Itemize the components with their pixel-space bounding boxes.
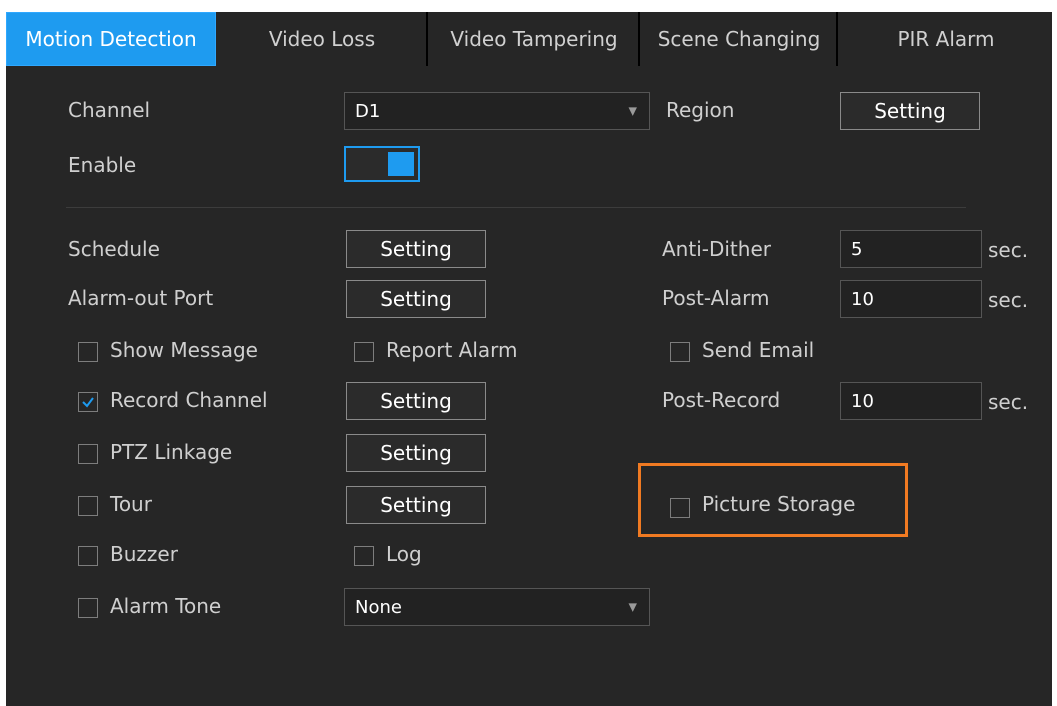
report-alarm-label: Report Alarm bbox=[386, 338, 518, 362]
channel-label: Channel bbox=[68, 98, 151, 122]
schedule-label: Schedule bbox=[68, 237, 160, 261]
ptz-setting-button[interactable]: Setting bbox=[346, 434, 486, 472]
anti-dither-label: Anti-Dither bbox=[662, 237, 771, 261]
anti-dither-unit: sec. bbox=[988, 238, 1029, 262]
post-alarm-input[interactable]: 10 bbox=[840, 280, 982, 318]
record-channel-label: Record Channel bbox=[110, 388, 268, 412]
alarm-tone-label: Alarm Tone bbox=[110, 594, 222, 618]
post-record-label: Post-Record bbox=[662, 388, 781, 412]
motion-detection-panel: Motion Detection Video Loss Video Tamper… bbox=[6, 12, 1052, 706]
region-label: Region bbox=[666, 98, 735, 122]
show-message-label: Show Message bbox=[110, 338, 258, 362]
post-record-unit: sec. bbox=[988, 390, 1029, 414]
channel-select[interactable]: D1 ▼ bbox=[344, 92, 650, 130]
show-message-checkbox[interactable] bbox=[78, 342, 98, 362]
tab-video-loss[interactable]: Video Loss bbox=[218, 12, 428, 66]
alarm-out-setting-button[interactable]: Setting bbox=[346, 280, 486, 318]
ptz-linkage-checkbox[interactable] bbox=[78, 444, 98, 464]
log-checkbox[interactable] bbox=[354, 546, 374, 566]
enable-label: Enable bbox=[68, 153, 137, 177]
send-email-checkbox[interactable] bbox=[670, 342, 690, 362]
tab-video-tampering[interactable]: Video Tampering bbox=[430, 12, 640, 66]
chevron-down-icon: ▼ bbox=[628, 104, 637, 118]
post-alarm-label: Post-Alarm bbox=[662, 286, 770, 310]
record-channel-checkbox[interactable] bbox=[78, 392, 98, 412]
schedule-setting-button[interactable]: Setting bbox=[346, 230, 486, 268]
buzzer-label: Buzzer bbox=[110, 542, 178, 566]
picture-storage-label: Picture Storage bbox=[702, 492, 856, 516]
enable-toggle[interactable] bbox=[344, 146, 420, 182]
tab-scene-changing[interactable]: Scene Changing bbox=[642, 12, 838, 66]
toggle-knob bbox=[388, 152, 414, 176]
alarm-tone-value: None bbox=[355, 596, 402, 618]
checkmark-icon bbox=[82, 397, 94, 408]
alarm-tone-checkbox[interactable] bbox=[78, 598, 98, 618]
tour-label: Tour bbox=[110, 492, 152, 516]
post-record-input[interactable]: 10 bbox=[840, 382, 982, 420]
tour-checkbox[interactable] bbox=[78, 496, 98, 516]
send-email-label: Send Email bbox=[702, 338, 815, 362]
log-label: Log bbox=[386, 542, 422, 566]
region-setting-button[interactable]: Setting bbox=[840, 92, 980, 130]
tab-bar: Motion Detection Video Loss Video Tamper… bbox=[6, 12, 1052, 66]
chevron-down-icon: ▼ bbox=[628, 600, 637, 614]
report-alarm-checkbox[interactable] bbox=[354, 342, 374, 362]
ptz-linkage-label: PTZ Linkage bbox=[110, 440, 233, 464]
post-alarm-unit: sec. bbox=[988, 288, 1029, 312]
section-divider bbox=[66, 207, 966, 208]
picture-storage-checkbox[interactable] bbox=[670, 498, 690, 518]
tab-pir-alarm[interactable]: PIR Alarm bbox=[840, 12, 1052, 66]
alarm-out-port-label: Alarm-out Port bbox=[68, 286, 214, 310]
tab-motion-detection[interactable]: Motion Detection bbox=[6, 12, 216, 66]
alarm-tone-select[interactable]: None ▼ bbox=[344, 588, 650, 626]
tour-setting-button[interactable]: Setting bbox=[346, 486, 486, 524]
channel-value: D1 bbox=[355, 100, 381, 122]
buzzer-checkbox[interactable] bbox=[78, 546, 98, 566]
record-channel-setting-button[interactable]: Setting bbox=[346, 382, 486, 420]
anti-dither-input[interactable]: 5 bbox=[840, 230, 982, 268]
